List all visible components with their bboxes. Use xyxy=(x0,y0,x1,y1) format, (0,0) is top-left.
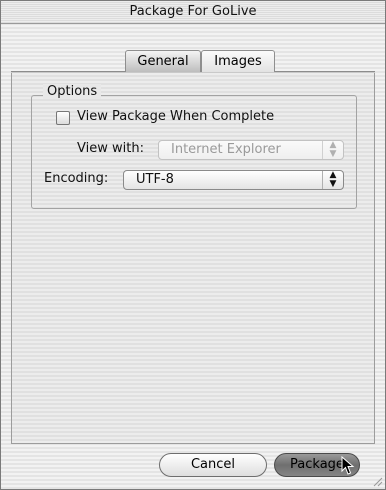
resize-grip-icon[interactable] xyxy=(371,475,383,487)
encoding-value: UTF-8 xyxy=(136,172,174,187)
tab-images[interactable]: Images xyxy=(201,50,275,72)
package-for-golive-dialog: Package For GoLive General Images Option… xyxy=(0,0,386,490)
encoding-label: Encoding: xyxy=(44,171,109,186)
view-with-popup[interactable]: Internet Explorer ▲ ▼ xyxy=(158,140,344,160)
cancel-button[interactable]: Cancel xyxy=(159,453,267,477)
mouse-pointer-icon xyxy=(341,456,355,475)
encoding-popup[interactable]: UTF-8 ▲ ▼ xyxy=(123,170,344,190)
popup-arrows-icon: ▲ ▼ xyxy=(322,171,343,189)
view-with-label: View with: xyxy=(77,141,144,156)
view-package-label[interactable]: View Package When Complete xyxy=(77,109,274,124)
view-with-value: Internet Explorer xyxy=(171,142,281,157)
options-group-label: Options xyxy=(43,84,102,99)
popup-arrows-icon: ▲ ▼ xyxy=(322,141,343,159)
view-package-checkbox[interactable] xyxy=(56,111,70,125)
window-title: Package For GoLive xyxy=(1,1,385,24)
tab-general[interactable]: General xyxy=(125,50,201,72)
